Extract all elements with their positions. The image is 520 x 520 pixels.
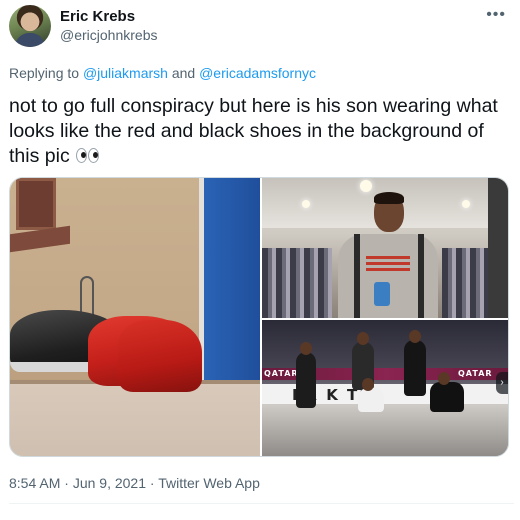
mention-link-2[interactable]: @ericadamsfornyc (199, 65, 316, 81)
avatar-shirt (15, 33, 45, 47)
tweet-timestamp[interactable]: 8:54 AM · Jun 9, 2021 · Twitter Web App (9, 475, 260, 491)
banner-text-left: QATAR (264, 369, 299, 378)
photo-court[interactable]: QATAR QATAR BR K TS › (262, 320, 508, 456)
mention-link-1[interactable]: @juliakmarsh (83, 65, 168, 81)
reply-context: Replying to @juliakmarsh and @ericadamsf… (9, 65, 316, 81)
author-name[interactable]: Eric Krebs (60, 8, 135, 25)
eyes-emoji-icon (75, 146, 101, 164)
photo-shoes[interactable] (10, 178, 260, 456)
photo-store[interactable] (262, 178, 508, 318)
tweet-text: not to go full conspiracy but here is hi… (9, 94, 514, 169)
footer-separator: · (64, 475, 69, 491)
banner-text-right: QATAR (458, 369, 493, 378)
footer-separator: · (149, 475, 155, 491)
footer-divider (9, 503, 514, 504)
tweet-source[interactable]: Twitter Web App (158, 475, 260, 491)
tweet-date[interactable]: Jun 9, 2021 (73, 475, 146, 491)
more-icon[interactable]: ••• (486, 6, 506, 24)
tweet-time[interactable]: 8:54 AM (9, 475, 60, 491)
media-grid: QATAR QATAR BR K TS › (9, 177, 509, 457)
reply-conjunction: and (171, 65, 196, 81)
chevron-right-icon[interactable]: › (496, 372, 508, 394)
author-avatar[interactable] (9, 5, 51, 47)
red-shoe (118, 320, 202, 392)
reply-prefix: Replying to (9, 65, 80, 81)
author-handle[interactable]: @ericjohnkrebs (60, 27, 157, 43)
phone-in-hand (374, 282, 390, 306)
